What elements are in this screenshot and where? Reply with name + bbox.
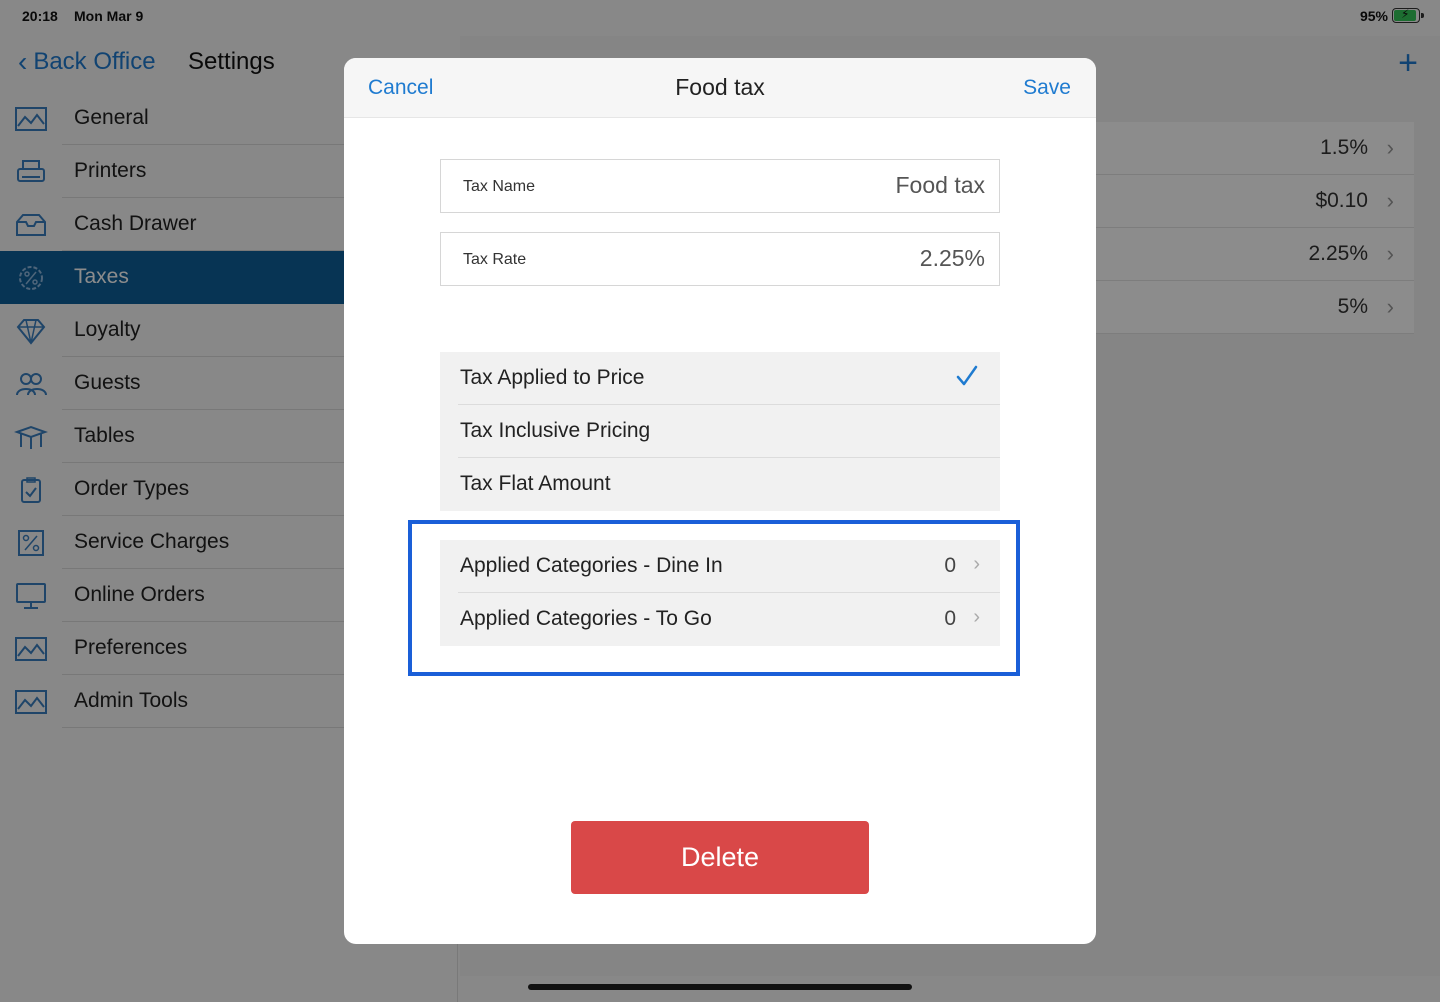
tax-rate-label: Tax Rate bbox=[463, 251, 527, 268]
category-count: 0 bbox=[944, 554, 956, 577]
category-label: Applied Categories - Dine In bbox=[460, 554, 723, 577]
tax-name-label: Tax Name bbox=[463, 178, 536, 195]
applied-categories-dine-in[interactable]: Applied Categories - Dine In 0 › bbox=[440, 540, 1000, 593]
tax-name-input[interactable] bbox=[685, 172, 985, 199]
chevron-right-icon: › bbox=[973, 553, 980, 575]
option-tax-flat-amount[interactable]: Tax Flat Amount bbox=[440, 458, 1000, 511]
modal-title: Food tax bbox=[675, 74, 765, 100]
tax-type-options: Tax Applied to Price Tax Inclusive Prici… bbox=[440, 352, 1000, 511]
checkmark-icon bbox=[956, 365, 978, 386]
category-count: 0 bbox=[944, 607, 956, 630]
edit-tax-modal: Cancel Food tax Save Tax Name Tax Rate T… bbox=[344, 58, 1096, 944]
option-label: Tax Flat Amount bbox=[460, 472, 611, 495]
chevron-right-icon: › bbox=[973, 606, 980, 628]
modal-header: Cancel Food tax Save bbox=[344, 58, 1096, 118]
home-indicator[interactable] bbox=[528, 984, 912, 990]
tax-name-field[interactable]: Tax Name bbox=[440, 159, 1000, 213]
option-tax-applied-to-price[interactable]: Tax Applied to Price bbox=[440, 352, 1000, 405]
tax-rate-input[interactable] bbox=[685, 245, 985, 272]
delete-button[interactable]: Delete bbox=[571, 821, 869, 894]
tax-rate-field[interactable]: Tax Rate bbox=[440, 232, 1000, 286]
option-label: Tax Applied to Price bbox=[460, 366, 645, 389]
save-button[interactable]: Save bbox=[1023, 76, 1071, 100]
applied-categories-to-go[interactable]: Applied Categories - To Go 0 › bbox=[440, 593, 1000, 646]
option-tax-inclusive-pricing[interactable]: Tax Inclusive Pricing bbox=[440, 405, 1000, 458]
category-label: Applied Categories - To Go bbox=[460, 607, 712, 630]
applied-categories: Applied Categories - Dine In 0 › Applied… bbox=[440, 540, 1000, 646]
option-label: Tax Inclusive Pricing bbox=[460, 419, 651, 442]
